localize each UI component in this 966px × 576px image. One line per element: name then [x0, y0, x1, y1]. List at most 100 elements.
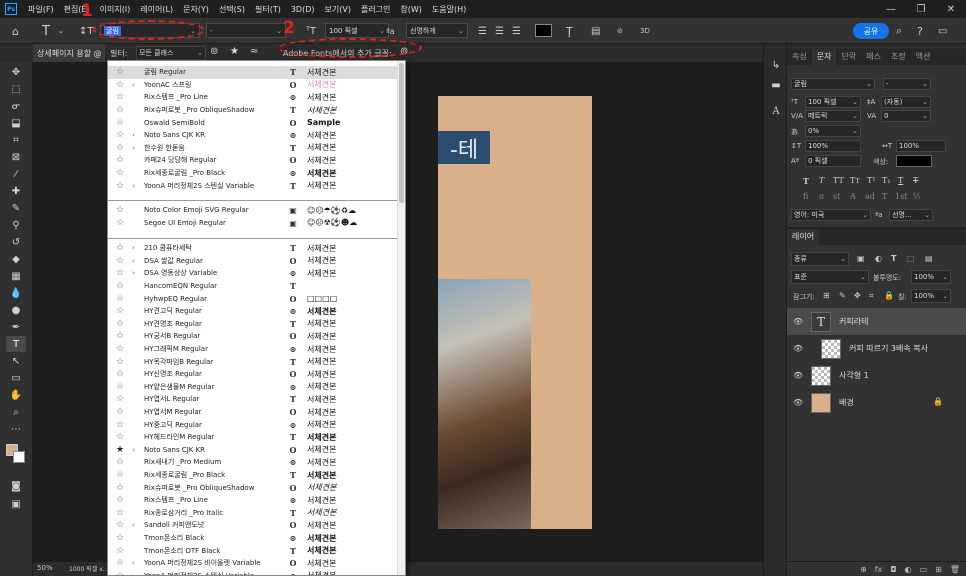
- expand-family-chevron-icon[interactable]: ›: [132, 559, 135, 567]
- lock-transparency-icon[interactable]: ⊞: [823, 291, 830, 300]
- antialias-field[interactable]: 선명하게 ⌄: [406, 23, 468, 38]
- cancel-icon[interactable]: ⊘: [617, 18, 623, 44]
- favorite-star-icon[interactable]: ☆: [116, 92, 124, 102]
- favorite-star-icon[interactable]: ☆: [116, 520, 124, 530]
- font-list-item[interactable]: ☆ › DSA 쌀값 Regular O 서체견본: [108, 255, 405, 268]
- tab-adjustments[interactable]: 조정: [886, 49, 911, 65]
- font-list-item[interactable]: ☆ Rix슈퍼로봇 _Pro ObliqueShadow O 서체견본: [108, 481, 405, 494]
- frame-tool-icon[interactable]: ⊠: [6, 149, 26, 165]
- workspace-icon[interactable]: ▭: [938, 18, 947, 44]
- font-list-item[interactable]: ☆ Noto Color Emoji SVG Regular ▣ ☺☹☂⚽♻☁: [108, 204, 405, 217]
- visibility-eye-icon[interactable]: 👁: [793, 344, 803, 353]
- font-list-item[interactable]: ☆ HY견명조 Regular T 서체견본: [108, 318, 405, 331]
- character-panel-icon[interactable]: ▤: [591, 18, 600, 44]
- font-list-item[interactable]: ☆ Tmon몬소리 OTF Black T 서체견본: [108, 544, 405, 557]
- swash-button[interactable]: st: [833, 192, 840, 201]
- font-list-item[interactable]: ☆ HY얕은샘물M Regular ⊚ 서체견본: [108, 381, 405, 394]
- path-select-tool-icon[interactable]: ↖: [6, 353, 26, 369]
- cloud-fonts-filter-icon[interactable]: ⊚: [210, 46, 218, 57]
- font-size-field[interactable]: 100 픽셀 ⌄: [325, 23, 389, 38]
- font-list-item[interactable]: ☆ Oswald SemiBold O Sample: [108, 116, 405, 129]
- menu-filter[interactable]: 필터(T): [250, 4, 286, 15]
- layer-row[interactable]: 👁 배경 🔒: [787, 389, 966, 416]
- expand-family-chevron-icon[interactable]: ›: [132, 269, 135, 277]
- favorite-star-icon[interactable]: ☆: [116, 67, 124, 77]
- char-tracking[interactable]: 0 ⌄: [881, 110, 931, 122]
- crop-tool-icon[interactable]: ⌗: [6, 132, 26, 148]
- chevron-down-icon[interactable]: ⌄: [58, 18, 64, 44]
- layer-kind-filter[interactable]: 종류 ⌄: [791, 252, 849, 266]
- font-list-item[interactable]: ☆ HyhwpEQ Regular O □□□□: [108, 292, 405, 305]
- char-baseline-shift[interactable]: 0 픽셀: [805, 155, 861, 167]
- hand-tool-icon[interactable]: ✋: [6, 387, 26, 403]
- subscript-button[interactable]: T₁: [882, 176, 891, 185]
- font-list-item[interactable]: ☆ HY신명조 Regular O 서체견본: [108, 368, 405, 381]
- font-list-scrollbar[interactable]: [397, 61, 405, 575]
- font-list-item[interactable]: ☆ HY엽서M Regular O 서체견본: [108, 406, 405, 419]
- favorite-star-icon[interactable]: ☆: [116, 256, 124, 266]
- char-tsume[interactable]: 0% ⌄: [805, 125, 861, 137]
- menu-window[interactable]: 창(W): [395, 4, 427, 15]
- char-language[interactable]: 영어: 미국 ⌄: [791, 209, 871, 221]
- char-font-style[interactable]: - ⌄: [883, 78, 931, 90]
- marquee-tool-icon[interactable]: ⬚: [6, 81, 26, 97]
- lock-paint-icon[interactable]: ✎: [839, 291, 846, 300]
- blend-mode-select[interactable]: 표준 ⌄: [791, 270, 869, 284]
- font-list-item[interactable]: ☆ › YoonAC 스프링 O 서체견본: [108, 79, 405, 92]
- visibility-eye-icon[interactable]: 👁: [793, 317, 803, 326]
- fill-field[interactable]: 100% ⌄: [911, 289, 951, 303]
- font-filter-select[interactable]: 모든 클래스 ⌄: [136, 46, 206, 60]
- filter-pixel-icon[interactable]: ▣: [857, 254, 865, 263]
- font-list-item[interactable]: ☆ Segoe UI Emoji Regular ▣ ☺☹☢⚽☻☁: [108, 217, 405, 230]
- scrollbar-thumb[interactable]: [399, 63, 404, 203]
- font-list-item[interactable]: ★ › Noto Sans CJK KR O 서체견본: [108, 444, 405, 457]
- zoom-tool-icon[interactable]: ⌕: [6, 404, 26, 420]
- eraser-tool-icon[interactable]: ◆: [6, 251, 26, 267]
- quick-mask-icon[interactable]: ◙: [6, 478, 26, 494]
- favorite-star-icon[interactable]: ☆: [116, 407, 124, 417]
- expand-family-chevron-icon[interactable]: ›: [132, 131, 135, 139]
- underline-button[interactable]: T: [898, 176, 903, 185]
- object-select-tool-icon[interactable]: ⬓: [6, 115, 26, 131]
- fractions-button[interactable]: ½: [913, 192, 921, 201]
- filter-type-icon[interactable]: T: [891, 254, 896, 263]
- font-list-item[interactable]: ☆ › Sandoll 커피앤도넛 O 서체견본: [108, 519, 405, 532]
- rectangle-tool-icon[interactable]: ▭: [6, 370, 26, 386]
- glyphs-panel-icon[interactable]: A: [769, 104, 783, 118]
- font-list-item[interactable]: ☆ › YoonA 머리정체2S 바이올렛 Variable O 서체견본: [108, 557, 405, 570]
- healing-brush-icon[interactable]: ✚: [6, 183, 26, 199]
- font-list-item[interactable]: ☆ › Noto Sans CJK KR ⊚ 서체견본: [108, 129, 405, 142]
- favorite-star-icon[interactable]: ☆: [116, 80, 124, 90]
- favorite-star-icon[interactable]: ☆: [116, 331, 124, 341]
- font-list-item[interactable]: ☆ HancomEQN Regular T: [108, 280, 405, 293]
- char-antialias[interactable]: 선명... ⌄: [889, 209, 933, 221]
- document-tab[interactable]: 상세페이지 용할 @: [33, 44, 105, 62]
- favorite-star-icon[interactable]: ☆: [116, 306, 124, 316]
- favorite-star-icon[interactable]: ☆: [116, 470, 124, 480]
- text-color-swatch[interactable]: [535, 24, 552, 37]
- font-list-item[interactable]: ☆ Rix세종로굴림 _Pro Black T 서체견본: [108, 469, 405, 482]
- favorite-star-icon[interactable]: ☆: [116, 508, 124, 518]
- document-info[interactable]: 1000 픽셀 x...: [69, 564, 108, 573]
- share-button[interactable]: 공유: [853, 23, 889, 39]
- favorite-star-icon[interactable]: ☆: [116, 181, 124, 191]
- new-adjustment-icon[interactable]: ◐: [905, 565, 912, 574]
- font-list-item[interactable]: ☆ 굴림 Regular T 서체견본: [108, 66, 405, 79]
- link-layers-icon[interactable]: ⊕: [860, 565, 867, 574]
- layer-name[interactable]: 배경: [839, 397, 854, 408]
- favorite-star-icon[interactable]: ☆: [116, 394, 124, 404]
- visibility-eye-icon[interactable]: 👁: [793, 398, 803, 407]
- font-list-item[interactable]: ☆ › 210 콤퓨타세탁 T 서체견본: [108, 242, 405, 255]
- close-window-button[interactable]: ✕: [936, 0, 966, 18]
- strikethrough-button[interactable]: T: [913, 176, 918, 185]
- dodge-tool-icon[interactable]: ●: [6, 302, 26, 318]
- lock-artboard-icon[interactable]: ⌗: [869, 291, 874, 301]
- favorite-star-icon[interactable]: ☆: [116, 420, 124, 430]
- tab-layers[interactable]: 레이어: [787, 229, 820, 245]
- all-caps-button[interactable]: TT: [833, 176, 844, 185]
- move-tool-icon[interactable]: ✥: [6, 64, 26, 80]
- fx-icon[interactable]: fx: [875, 565, 883, 574]
- tab-actions[interactable]: 액션: [911, 49, 936, 65]
- delete-layer-icon[interactable]: 🗑: [950, 565, 960, 574]
- filter-adjustment-icon[interactable]: ◐: [875, 254, 882, 263]
